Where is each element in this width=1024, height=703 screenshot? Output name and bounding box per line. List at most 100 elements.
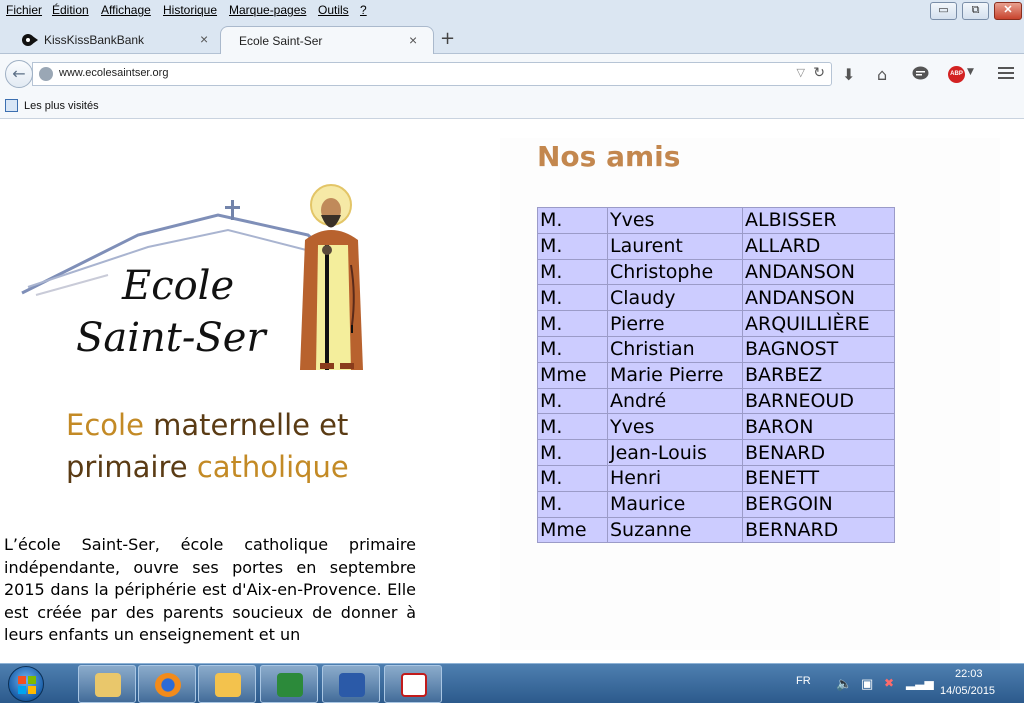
close-window-button[interactable]: ✕ — [994, 2, 1022, 20]
friend-title-cell: M. — [537, 464, 608, 492]
firefox-icon — [155, 673, 181, 697]
friend-firstname-cell: Suzanne — [607, 516, 743, 544]
dropdown-arrow-icon[interactable]: ▽ — [797, 66, 805, 79]
signal-icon[interactable]: ▂▃▅ — [906, 676, 934, 690]
table-row: M. Claudy ANDANSON — [537, 284, 895, 312]
table-row: M. Christophe ANDANSON — [537, 258, 895, 286]
word-icon — [339, 673, 365, 697]
language-indicator[interactable]: FR — [796, 675, 811, 687]
table-row: Mme Suzanne BERNARD — [537, 516, 895, 544]
school-logo: Ecole Saint-Ser — [18, 175, 368, 380]
globe-icon — [39, 67, 53, 81]
taskbar-excel[interactable] — [260, 665, 318, 703]
menu-marque-pages[interactable]: Marque-pages — [229, 3, 306, 17]
taskbar-outlook[interactable] — [198, 665, 256, 703]
clock-date[interactable]: 14/05/2015 — [940, 685, 995, 697]
friend-firstname-cell: Christophe — [607, 258, 743, 286]
menu-hamburger-icon[interactable] — [998, 67, 1014, 82]
adblock-dropdown-icon[interactable]: ▼ — [967, 67, 974, 77]
download-icon[interactable]: ⬇ — [842, 65, 855, 84]
friend-lastname-cell: BARBEZ — [742, 361, 895, 389]
taskbar-firefox[interactable] — [138, 665, 196, 703]
friend-firstname-cell: Claudy — [607, 284, 743, 312]
tab-close-icon[interactable]: × — [409, 32, 417, 48]
menu-historique[interactable]: Historique — [163, 3, 217, 17]
menu-fichier[interactable]: Fichier — [6, 3, 42, 17]
table-row: M. Yves ALBISSER — [537, 207, 895, 234]
network-error-icon[interactable]: ✖ — [884, 676, 894, 690]
pdf-icon — [401, 673, 427, 697]
bookmark-folder-icon — [5, 99, 18, 112]
url-text[interactable]: www.ecolesaintser.org — [59, 67, 168, 79]
windows-taskbar: FR 🔈 ▣ ✖ ▂▃▅ 22:03 14/05/2015 — [0, 663, 1024, 703]
menu-affichage[interactable]: Affichage — [101, 3, 151, 17]
tagline-catholique: catholique — [196, 450, 349, 484]
chat-icon[interactable] — [912, 66, 929, 81]
friend-title-cell: M. — [537, 439, 608, 466]
friend-lastname-cell: BARNEOUD — [742, 387, 895, 415]
clipboard-icon[interactable]: ▣ — [861, 676, 873, 692]
menu-help[interactable]: ? — [360, 3, 367, 17]
volume-icon[interactable]: 🔈 — [836, 676, 852, 692]
new-tab-button[interactable]: + — [440, 28, 455, 49]
friend-lastname-cell: BARON — [742, 413, 895, 441]
friend-lastname-cell: ALLARD — [742, 232, 895, 260]
logo-text-ecole: Ecole — [122, 263, 235, 309]
bookmark-most-visited[interactable]: Les plus visités — [24, 100, 99, 112]
taskbar-acrobat[interactable] — [384, 665, 442, 703]
friend-lastname-cell: BERGOIN — [742, 490, 895, 518]
start-button[interactable] — [8, 666, 44, 702]
table-row: M. Christian BAGNOST — [537, 335, 895, 363]
bookmarks-bar: Les plus visités — [0, 92, 1024, 119]
friend-firstname-cell: Yves — [607, 207, 743, 234]
tab-strip: KissKissBankBank × Ecole Saint-Ser × — [0, 22, 1024, 54]
friend-firstname-cell: Henri — [607, 464, 743, 492]
friend-lastname-cell: BENETT — [742, 464, 895, 492]
friend-title-cell: M. — [537, 207, 608, 234]
tab-close-icon[interactable]: × — [200, 31, 208, 47]
tab-ecole-saint-ser[interactable]: Ecole Saint-Ser × — [220, 26, 434, 54]
friend-lastname-cell: BAGNOST — [742, 335, 895, 363]
tagline-ecole: Ecole — [66, 408, 144, 442]
clock-time[interactable]: 22:03 — [955, 668, 983, 680]
reload-icon[interactable]: ↻ — [813, 65, 825, 81]
friend-firstname-cell: Christian — [607, 335, 743, 363]
page-content: Ecole Saint-Ser Ecole maternelle et prim… — [0, 120, 1024, 663]
friend-firstname-cell: Marie Pierre — [607, 361, 743, 389]
friend-title-cell: M. — [537, 490, 608, 518]
address-bar[interactable]: www.ecolesaintser.org ▽ ↻ — [32, 62, 832, 86]
table-row: M. Jean-Louis BENARD — [537, 439, 895, 466]
friends-table: M. Yves ALBISSER M. Laurent ALLARD M. Christoph… — [537, 207, 895, 544]
tab-label: KissKissBankBank — [44, 33, 145, 47]
friend-lastname-cell: ARQUILLIÈRE — [742, 310, 895, 337]
folder-icon — [95, 673, 121, 697]
kisskiss-logo-icon — [22, 34, 38, 46]
minimize-button[interactable]: ▭ — [930, 2, 957, 20]
intro-paragraph: L’école Saint-Ser, école catholique prim… — [4, 535, 416, 644]
friend-title-cell: M. — [537, 335, 608, 363]
taskbar-explorer[interactable] — [78, 665, 136, 703]
friend-title-cell: M. — [537, 284, 608, 312]
adblock-plus-icon[interactable]: ABP — [948, 66, 965, 83]
friend-lastname-cell: ANDANSON — [742, 258, 895, 286]
table-row: M. Yves BARON — [537, 413, 895, 441]
taskbar-word[interactable] — [322, 665, 380, 703]
friend-firstname-cell: Pierre — [607, 310, 743, 337]
menu-edition[interactable]: Édition — [52, 3, 89, 17]
table-row: M. Maurice BERGOIN — [537, 490, 895, 518]
excel-icon — [277, 673, 303, 697]
friend-lastname-cell: ANDANSON — [742, 284, 895, 312]
friend-firstname-cell: Jean-Louis — [607, 439, 743, 466]
home-icon[interactable]: ⌂ — [877, 65, 887, 84]
mail-clock-icon — [215, 673, 241, 697]
tab-kisskissbankbank[interactable]: KissKissBankBank × — [14, 26, 220, 54]
friend-title-cell: Mme — [537, 361, 608, 389]
maximize-button[interactable]: ⧉ — [962, 2, 989, 20]
friend-lastname-cell: BERNARD — [742, 516, 895, 544]
friend-lastname-cell: ALBISSER — [742, 207, 895, 234]
friends-heading: Nos amis — [537, 140, 681, 173]
menu-outils[interactable]: Outils — [318, 3, 349, 17]
friend-title-cell: M. — [537, 413, 608, 441]
back-button[interactable]: ← — [5, 60, 33, 88]
table-row: M. Laurent ALLARD — [537, 232, 895, 260]
